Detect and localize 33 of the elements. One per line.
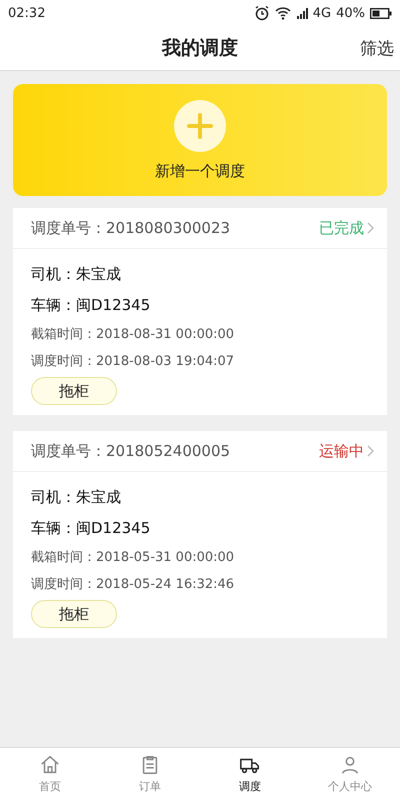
- filter-button[interactable]: 筛选: [360, 36, 394, 60]
- chevron-right-icon: [367, 222, 375, 234]
- status-time: 02:32: [8, 6, 46, 20]
- battery-icon: [370, 8, 392, 18]
- cutoff-time-text: 截箱时间：2018-05-31 00:00:00: [31, 549, 236, 567]
- battery-percent: 40%: [336, 6, 365, 20]
- tab-bar-item[interactable]: 订单: [100, 748, 200, 800]
- home-icon: [39, 754, 61, 776]
- cutoff-time-text: 截箱时间：2018-08-31 00:00:00: [31, 326, 236, 344]
- person-icon: [339, 754, 361, 776]
- wifi-icon: [274, 6, 291, 20]
- dispatch-time-text: 调度时间：2018-08-03 19:04:07: [31, 353, 236, 371]
- order-status-link[interactable]: 运输中: [319, 442, 375, 460]
- tab-bar-item[interactable]: 调度: [200, 748, 300, 800]
- signal-icon: [296, 7, 308, 19]
- order-number: 调度单号：2018080300023: [31, 218, 230, 238]
- order-number: 调度单号：2018052400005: [31, 442, 230, 460]
- alarm-icon: [254, 5, 270, 21]
- driver-text: 司机：朱宝成: [31, 264, 122, 285]
- vehicle-text: 车辆：闽D12345: [31, 518, 152, 539]
- page-title: 我的调度: [162, 36, 238, 61]
- vehicle-text: 车辆：闽D12345: [31, 295, 152, 316]
- dispatch-time-text: 调度时间：2018-05-24 16:32:46: [31, 576, 236, 594]
- chevron-right-icon: [367, 445, 375, 457]
- add-dispatch-card[interactable]: 新增一个调度: [13, 84, 387, 196]
- network-type: 4G: [312, 6, 332, 20]
- add-dispatch-label: 新增一个调度: [155, 162, 245, 180]
- tow-container-button[interactable]: 拖柜: [31, 600, 117, 628]
- driver-text: 司机：朱宝成: [31, 487, 122, 508]
- plus-icon: [174, 100, 226, 152]
- tow-container-button[interactable]: 拖柜: [31, 377, 117, 405]
- tab-bar-item[interactable]: 个人中心: [300, 748, 400, 800]
- tab-bar-item[interactable]: 首页: [0, 748, 100, 800]
